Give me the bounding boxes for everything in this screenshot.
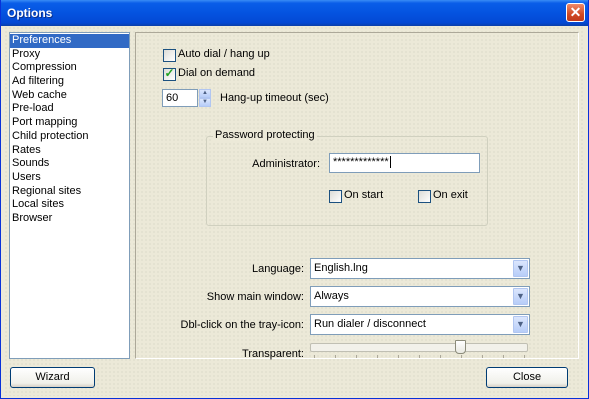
password-protecting-group: Password protecting Administrator: *****… xyxy=(206,129,488,226)
password-value: ************* xyxy=(333,156,389,168)
category-list[interactable]: Preferences Proxy Compression Ad filteri… xyxy=(9,32,130,359)
close-icon: ✕ xyxy=(569,4,582,20)
hangup-timeout-stepper[interactable]: ▲ ▼ xyxy=(199,89,211,107)
checkmark-icon: ✓ xyxy=(164,66,175,80)
dial-on-demand-checkbox[interactable]: ✓ xyxy=(163,66,176,81)
options-dialog: Options ✕ Preferences Proxy Compression … xyxy=(0,0,589,399)
list-item-web-cache[interactable]: Web cache xyxy=(10,89,129,103)
dialog-client-area: Preferences Proxy Compression Ad filteri… xyxy=(4,26,585,396)
language-label: Language: xyxy=(252,263,304,275)
show-main-window-value: Always xyxy=(314,290,349,302)
text-caret xyxy=(389,156,391,168)
on-start-label[interactable]: On start xyxy=(344,189,383,201)
list-item-port-mapping[interactable]: Port mapping xyxy=(10,116,129,130)
hangup-timeout-input[interactable]: 60 xyxy=(162,89,198,107)
auto-dial-checkbox[interactable] xyxy=(163,49,176,62)
administrator-password-field[interactable]: ************* xyxy=(329,153,480,173)
list-item-rates[interactable]: Rates xyxy=(10,144,129,158)
spin-up-icon[interactable]: ▲ xyxy=(199,89,211,98)
title-bar[interactable]: Options ✕ xyxy=(1,0,588,26)
list-item-preferences[interactable]: Preferences xyxy=(10,34,129,48)
password-group-legend: Password protecting xyxy=(213,129,317,141)
show-main-window-select[interactable]: Always ▼ xyxy=(310,286,530,307)
close-window-button[interactable]: ✕ xyxy=(566,3,585,22)
transparent-label: Transparent: xyxy=(242,348,304,360)
list-item-pre-load[interactable]: Pre-load xyxy=(10,102,129,116)
auto-dial-label[interactable]: Auto dial / hang up xyxy=(178,48,270,60)
tray-icon-action-select[interactable]: Run dialer / disconnect ▼ xyxy=(310,314,530,335)
chevron-down-icon[interactable]: ▼ xyxy=(513,260,528,277)
show-main-window-label: Show main window: xyxy=(206,291,304,303)
chevron-down-icon[interactable]: ▼ xyxy=(513,288,528,305)
spin-down-icon[interactable]: ▼ xyxy=(199,98,211,107)
tray-icon-action-value: Run dialer / disconnect xyxy=(314,318,426,330)
on-start-checkbox[interactable] xyxy=(329,190,342,203)
list-item-browser[interactable]: Browser xyxy=(10,212,129,226)
list-item-users[interactable]: Users xyxy=(10,171,129,185)
list-item-local-sites[interactable]: Local sites xyxy=(10,198,129,212)
hangup-timeout-label: Hang-up timeout (sec) xyxy=(220,92,329,104)
dial-on-demand-label[interactable]: Dial on demand xyxy=(178,67,255,79)
language-value: English.lng xyxy=(314,262,368,274)
close-button[interactable]: Close xyxy=(486,367,568,388)
on-exit-checkbox[interactable] xyxy=(418,190,431,203)
window-title: Options xyxy=(7,6,53,20)
on-exit-label[interactable]: On exit xyxy=(433,189,468,201)
list-item-regional-sites[interactable]: Regional sites xyxy=(10,185,129,199)
language-select[interactable]: English.lng ▼ xyxy=(310,258,530,279)
list-item-ad-filtering[interactable]: Ad filtering xyxy=(10,75,129,89)
tray-icon-action-label: Dbl-click on the tray-icon: xyxy=(180,319,305,331)
wizard-button[interactable]: Wizard xyxy=(10,367,95,388)
administrator-label: Administrator: xyxy=(252,158,320,170)
preferences-panel: Auto dial / hang up ✓ Dial on demand 60 … xyxy=(135,32,579,360)
chevron-down-icon[interactable]: ▼ xyxy=(513,316,528,333)
list-item-compression[interactable]: Compression xyxy=(10,61,129,75)
list-item-child-protection[interactable]: Child protection xyxy=(10,130,129,144)
list-item-sounds[interactable]: Sounds xyxy=(10,157,129,171)
list-item-proxy[interactable]: Proxy xyxy=(10,48,129,62)
